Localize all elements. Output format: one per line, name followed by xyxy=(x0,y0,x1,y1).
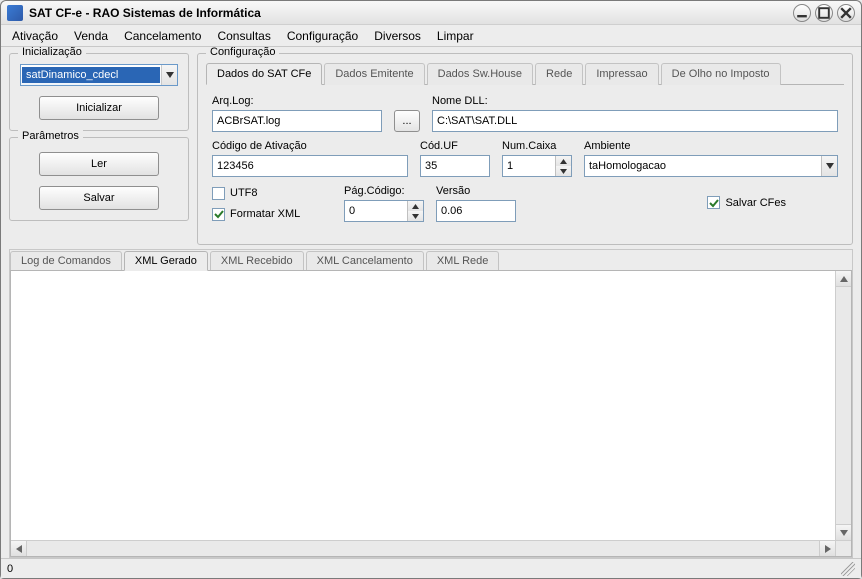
label-nomedll: Nome DLL: xyxy=(432,95,838,107)
menu-diversos[interactable]: Diversos xyxy=(371,27,424,45)
maximize-button[interactable] xyxy=(815,4,833,22)
checkbox-box-icon xyxy=(212,187,225,200)
legend-parametros: Parâmetros xyxy=(18,130,83,142)
status-left: 0 xyxy=(7,563,13,575)
checkbox-box-icon xyxy=(212,208,225,221)
group-configuracao: Configuração Dados do SAT CFe Dados Emit… xyxy=(197,53,853,245)
lib-combo-value: satDinamico_cdecl xyxy=(22,67,160,83)
menu-limpar[interactable]: Limpar xyxy=(434,27,477,45)
tab-rede[interactable]: Rede xyxy=(535,63,583,85)
salvar-button[interactable]: Salvar xyxy=(39,186,159,210)
label-ambiente: Ambiente xyxy=(584,140,838,152)
pagcodigo-up-icon[interactable] xyxy=(408,201,423,211)
label-numcaixa: Num.Caixa xyxy=(502,140,572,152)
scroll-up-icon[interactable] xyxy=(836,271,851,287)
label-codativ: Código de Ativação xyxy=(212,140,408,152)
chevron-down-icon[interactable] xyxy=(821,156,837,176)
menu-cancelamento[interactable]: Cancelamento xyxy=(121,27,204,45)
config-tabs: Dados do SAT CFe Dados Emitente Dados Sw… xyxy=(206,62,844,85)
label-coduf: Cód.UF xyxy=(420,140,490,152)
menu-ativacao[interactable]: Ativação xyxy=(9,27,61,45)
scroll-left-icon[interactable] xyxy=(11,541,27,556)
menu-configuracao[interactable]: Configuração xyxy=(284,27,361,45)
select-ambiente-value: taHomologacao xyxy=(585,158,821,174)
numcaixa-down-icon[interactable] xyxy=(556,166,571,176)
input-codativ[interactable] xyxy=(212,155,408,177)
input-nomedll[interactable] xyxy=(432,110,838,132)
horizontal-scrollbar[interactable] xyxy=(11,540,835,556)
tab-dados-swhouse[interactable]: Dados Sw.House xyxy=(427,63,533,85)
tab-dados-emitente[interactable]: Dados Emitente xyxy=(324,63,424,85)
group-inicializacao: Inicialização satDinamico_cdecl Iniciali… xyxy=(9,53,189,131)
scroll-down-icon[interactable] xyxy=(836,524,851,540)
label-utf8: UTF8 xyxy=(230,187,258,199)
legend-inicializacao: Inicialização xyxy=(18,47,86,58)
chevron-down-icon[interactable] xyxy=(161,65,177,85)
tab-content-dados-sat: Arq.Log: ... Nome DLL: xyxy=(206,85,844,236)
ler-button[interactable]: Ler xyxy=(39,152,159,176)
checkbox-box-icon xyxy=(707,196,720,209)
window-title: SAT CF-e - RAO Sistemas de Informática xyxy=(29,6,261,20)
legend-configuracao: Configuração xyxy=(206,47,279,58)
tab-impressao[interactable]: Impressao xyxy=(585,63,658,85)
vertical-scrollbar[interactable] xyxy=(835,271,851,540)
lower-tabs: Log de Comandos XML Gerado XML Recebido … xyxy=(10,250,852,270)
label-versao: Versão xyxy=(436,185,516,197)
menubar: Ativação Venda Cancelamento Consultas Co… xyxy=(1,25,861,47)
lower-panel: Log de Comandos XML Gerado XML Recebido … xyxy=(9,249,853,558)
spinner-numcaixa[interactable] xyxy=(502,155,572,177)
tab-xml-rede[interactable]: XML Rede xyxy=(426,251,500,271)
select-ambiente[interactable]: taHomologacao xyxy=(584,155,838,177)
tab-xml-cancelamento[interactable]: XML Cancelamento xyxy=(306,251,424,271)
inicializar-button[interactable]: Inicializar xyxy=(39,96,159,120)
app-window: SAT CF-e - RAO Sistemas de Informática A… xyxy=(0,0,862,579)
checkbox-salvarcfes[interactable]: Salvar CFes xyxy=(707,196,786,209)
menu-venda[interactable]: Venda xyxy=(71,27,111,45)
group-parametros: Parâmetros Ler Salvar xyxy=(9,137,189,221)
checkbox-utf8[interactable]: UTF8 xyxy=(212,187,332,200)
label-formatarxml: Formatar XML xyxy=(230,208,300,220)
label-salvarcfes: Salvar CFes xyxy=(725,197,786,209)
scroll-right-icon[interactable] xyxy=(819,541,835,556)
input-numcaixa[interactable] xyxy=(503,156,555,176)
label-arqlog: Arq.Log: xyxy=(212,95,382,107)
tab-xml-gerado[interactable]: XML Gerado xyxy=(124,251,208,271)
tab-log-comandos[interactable]: Log de Comandos xyxy=(10,251,122,271)
resize-gripper-icon[interactable] xyxy=(841,562,855,576)
input-coduf[interactable] xyxy=(420,155,490,177)
titlebar: SAT CF-e - RAO Sistemas de Informática xyxy=(1,1,861,25)
input-versao[interactable] xyxy=(436,200,516,222)
close-button[interactable] xyxy=(837,4,855,22)
input-arqlog[interactable] xyxy=(212,110,382,132)
browse-arqlog-button[interactable]: ... xyxy=(394,110,420,132)
minimize-button[interactable] xyxy=(793,4,811,22)
pagcodigo-down-icon[interactable] xyxy=(408,211,423,221)
lib-combo[interactable]: satDinamico_cdecl xyxy=(20,64,178,86)
app-icon xyxy=(7,5,23,21)
scroll-corner xyxy=(835,540,851,556)
statusbar: 0 xyxy=(1,558,861,578)
spinner-pagcodigo[interactable] xyxy=(344,200,424,222)
menu-consultas[interactable]: Consultas xyxy=(214,27,273,45)
tab-xml-recebido[interactable]: XML Recebido xyxy=(210,251,304,271)
label-pagcodigo: Pág.Código: xyxy=(344,185,424,197)
checkbox-formatarxml[interactable]: Formatar XML xyxy=(212,208,332,221)
tab-dados-sat[interactable]: Dados do SAT CFe xyxy=(206,63,322,85)
tab-olho-imposto[interactable]: De Olho no Imposto xyxy=(661,63,781,85)
input-pagcodigo[interactable] xyxy=(345,201,407,221)
xml-text-pane[interactable] xyxy=(10,270,852,557)
numcaixa-up-icon[interactable] xyxy=(556,156,571,166)
